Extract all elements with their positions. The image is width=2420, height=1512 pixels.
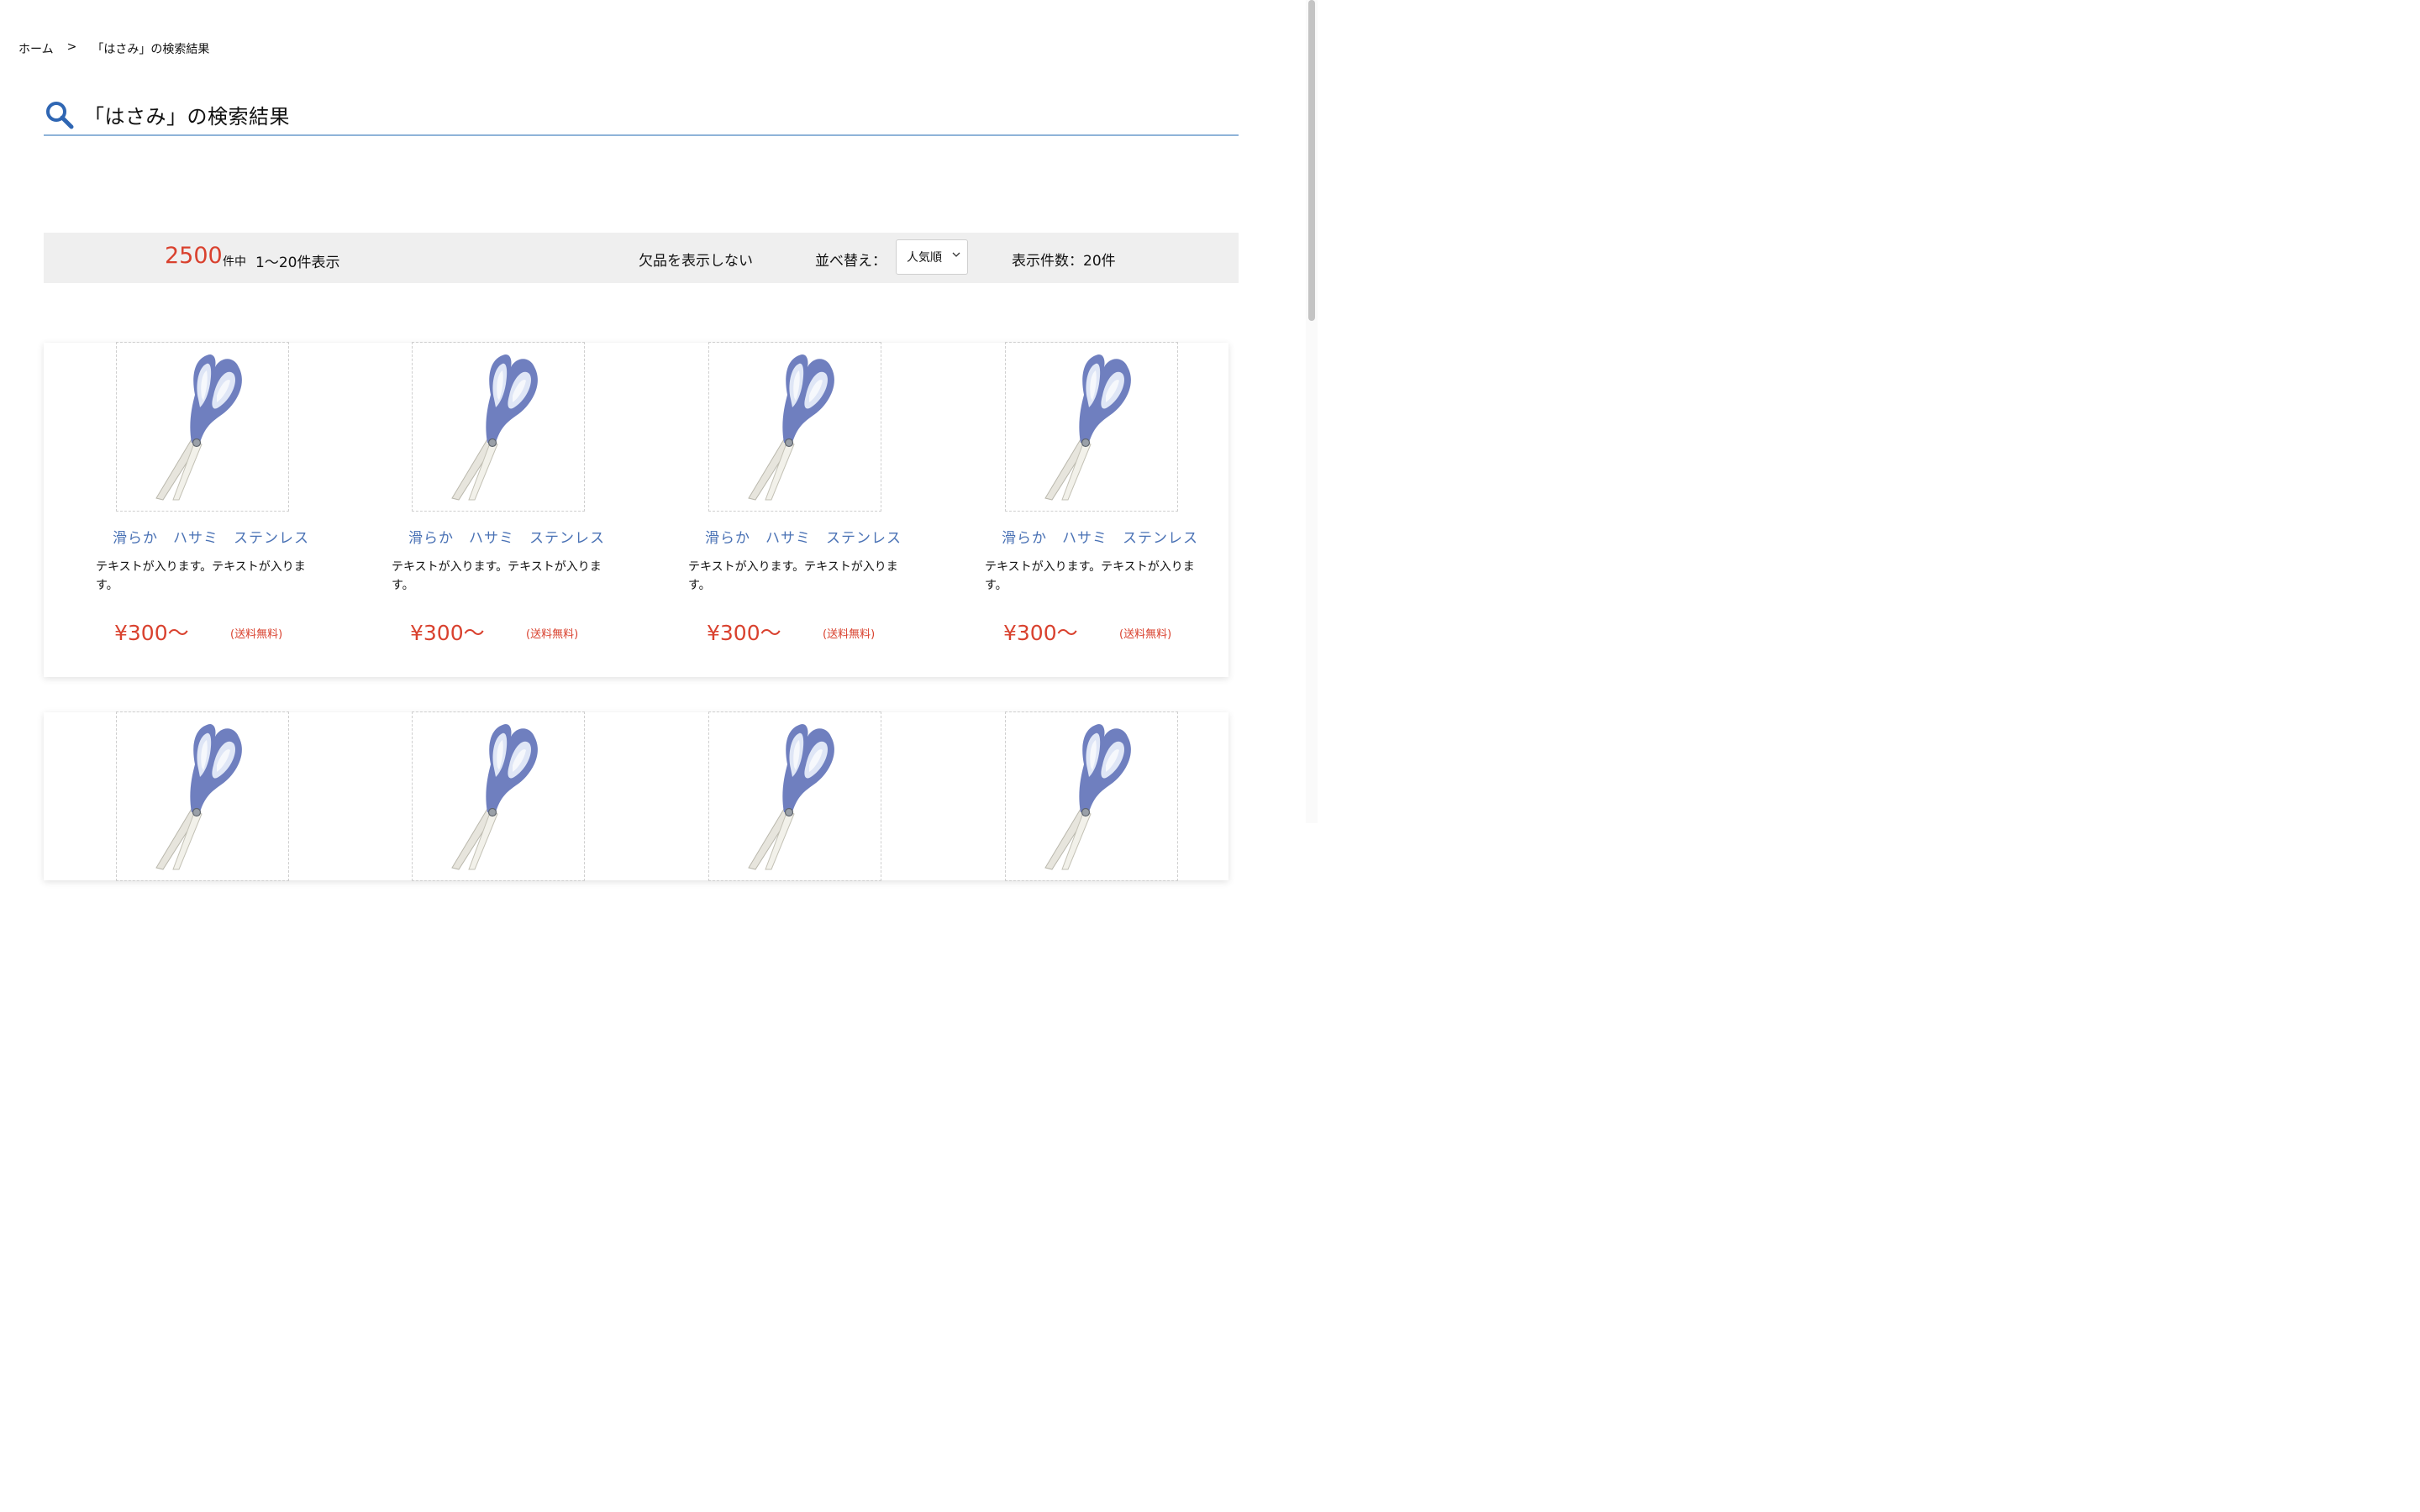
- shipping-badge: (送料無料): [823, 628, 876, 641]
- product-image[interactable]: [708, 711, 881, 881]
- breadcrumb-current: 「はさみ」の検索結果: [92, 43, 210, 56]
- scissors-icon: [1044, 723, 1131, 870]
- scissors-icon: [748, 354, 834, 501]
- product-image[interactable]: [1005, 342, 1178, 512]
- scrollbar-thumb[interactable]: [1308, 0, 1315, 321]
- per-page-selector[interactable]: 表示件数：20件: [1012, 249, 1116, 270]
- product-image[interactable]: [708, 342, 881, 512]
- product-row: 滑らか ハサミ ステンレステキストが入ります。テキストが入ります。 ¥300〜 (送…: [44, 342, 1228, 677]
- shipping-badge: (送料無料): [1119, 628, 1172, 641]
- result-count: 2500: [165, 243, 223, 269]
- product-description: テキストが入ります。テキストが入ります。: [985, 560, 1195, 592]
- product-price: ¥300〜: [1003, 621, 1078, 645]
- sort-select[interactable]: 人気順: [896, 239, 968, 275]
- product-price: ¥300〜: [707, 621, 781, 645]
- breadcrumb: ホーム > 「はさみ」の検索結果: [18, 40, 209, 57]
- product-image[interactable]: [1005, 711, 1178, 881]
- breadcrumb-separator: >: [66, 40, 77, 54]
- product-image[interactable]: [116, 711, 289, 881]
- scissors-icon: [155, 354, 242, 501]
- result-range: 1〜20件表示: [255, 255, 340, 271]
- product-name-link[interactable]: 滑らか ハサミ ステンレス: [408, 526, 605, 547]
- product-name-link[interactable]: 滑らか ハサミ ステンレス: [113, 526, 309, 547]
- product-card[interactable]: [339, 711, 635, 881]
- product-card[interactable]: 滑らか ハサミ ステンレステキストが入ります。テキストが入ります。 ¥300〜 (送…: [636, 342, 932, 677]
- product-image[interactable]: [116, 342, 289, 512]
- product-row: [44, 711, 1228, 881]
- product-card[interactable]: [44, 711, 339, 881]
- search-icon: [46, 102, 74, 129]
- product-description: テキストが入ります。テキストが入ります。: [392, 560, 602, 592]
- scissors-icon: [1044, 354, 1131, 501]
- product-image[interactable]: [412, 711, 585, 881]
- scissors-icon: [155, 723, 242, 870]
- scissors-icon: [748, 723, 834, 870]
- product-name-link[interactable]: 滑らか ハサミ ステンレス: [705, 526, 902, 547]
- result-count-unit: 件中: [223, 255, 246, 269]
- shipping-badge: (送料無料): [526, 628, 579, 641]
- product-description: テキストが入ります。テキストが入ります。: [96, 560, 306, 592]
- scrollbar[interactable]: [1306, 0, 1318, 823]
- hide-out-of-stock-toggle[interactable]: 欠品を表示しない: [639, 249, 753, 270]
- sort-label: 並べ替え：: [815, 253, 886, 270]
- product-card[interactable]: 滑らか ハサミ ステンレステキストが入ります。テキストが入ります。 ¥300〜 (送…: [44, 342, 339, 677]
- chevron-down-icon: [952, 252, 960, 257]
- product-card[interactable]: 滑らか ハサミ ステンレステキストが入ります。テキストが入ります。 ¥300〜 (送…: [339, 342, 635, 677]
- sort-selected-value: 人気順: [907, 251, 942, 265]
- product-name-link[interactable]: 滑らか ハサミ ステンレス: [1002, 526, 1198, 547]
- scissors-icon: [451, 354, 538, 501]
- search-title-bar: 「はさみ」の検索結果: [44, 94, 1239, 136]
- product-image[interactable]: [412, 342, 585, 512]
- page-title: 「はさみ」の検索結果: [84, 104, 290, 129]
- product-card[interactable]: [636, 711, 932, 881]
- results-toolbar: 2500 件中 1〜20件表示 欠品を表示しない 並べ替え： 人気順 表示件数：…: [44, 233, 1239, 283]
- product-card[interactable]: 滑らか ハサミ ステンレステキストが入ります。テキストが入ります。 ¥300〜 (送…: [933, 342, 1228, 677]
- product-price: ¥300〜: [114, 621, 189, 645]
- product-price: ¥300〜: [410, 621, 485, 645]
- scissors-icon: [451, 723, 538, 870]
- breadcrumb-home-link[interactable]: ホーム: [18, 40, 54, 57]
- product-description: テキストが入ります。テキストが入ります。: [688, 560, 898, 592]
- shipping-badge: (送料無料): [230, 628, 283, 641]
- product-card[interactable]: [933, 711, 1228, 881]
